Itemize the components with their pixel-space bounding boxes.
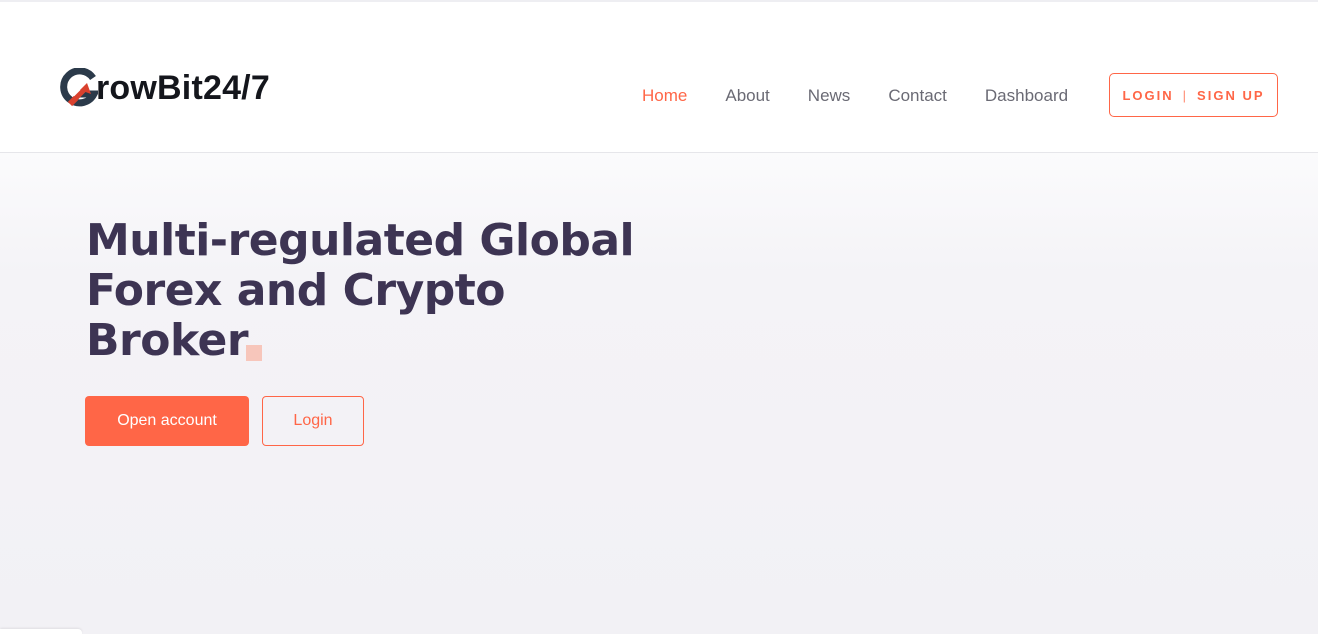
site-header: rowBit24/7 Home About News Contact Dashb… <box>0 2 1318 153</box>
header-login-link[interactable]: LOGIN <box>1122 88 1173 103</box>
auth-links-box: LOGIN | SIGN UP <box>1109 73 1278 117</box>
header-signup-link[interactable]: SIGN UP <box>1197 88 1264 103</box>
hero-headline: Multi-regulated Global Forex and Crypto … <box>86 216 646 366</box>
growbit-g-logo-icon <box>60 67 100 108</box>
headline-line-2: Forex and Crypto <box>86 265 506 316</box>
brand-logo[interactable]: rowBit24/7 <box>60 66 270 110</box>
nav-item-contact[interactable]: Contact <box>888 84 947 108</box>
nav-item-dashboard[interactable]: Dashboard <box>985 84 1068 108</box>
main-nav: Home About News Contact Dashboard <box>642 84 1106 108</box>
bottom-edge-tab <box>0 629 82 634</box>
headline-line-3: Broker <box>86 315 249 366</box>
typing-cursor <box>246 345 263 361</box>
nav-item-home[interactable]: Home <box>642 84 687 108</box>
nav-item-news[interactable]: News <box>808 84 851 108</box>
headline-line-1: Multi-regulated Global <box>86 215 635 266</box>
auth-separator: | <box>1182 87 1187 103</box>
hero-login-button[interactable]: Login <box>262 396 364 446</box>
open-account-button[interactable]: Open account <box>85 396 249 446</box>
brand-name: rowBit24/7 <box>96 69 270 107</box>
nav-item-about[interactable]: About <box>725 84 769 108</box>
